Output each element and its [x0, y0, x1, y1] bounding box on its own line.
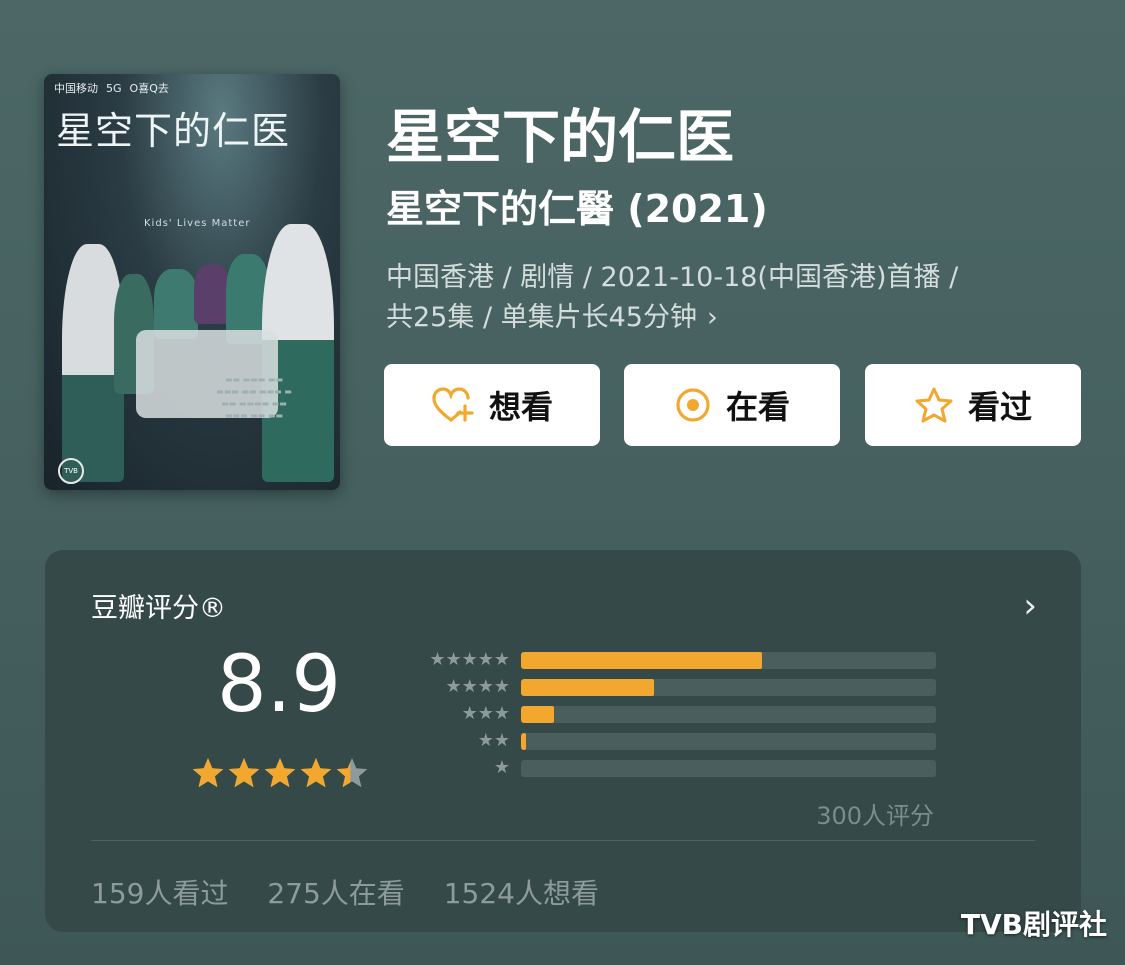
- rating-label: 豆瓣评分®: [91, 593, 226, 624]
- want-to-watch-button[interactable]: 想看: [384, 364, 600, 446]
- target-icon: [674, 386, 712, 424]
- tvb-logo-icon: TVB: [58, 458, 84, 484]
- poster-figure: [154, 269, 198, 339]
- distribution-bar: [521, 733, 527, 750]
- poster-title-art: 星空下的仁医: [56, 109, 291, 153]
- distribution-track: [521, 706, 936, 723]
- distribution-track: [521, 652, 936, 669]
- poster-badge: 中国移动: [54, 82, 98, 95]
- meta-line-1: 中国香港 / 剧情 / 2021-10-18(中国香港)首播 /: [386, 262, 959, 293]
- poster-sponsor-badges: 中国移动 5G O喜Q去: [54, 80, 169, 96]
- divider: [91, 840, 1035, 841]
- star-level-label: ★★★★: [445, 676, 510, 697]
- watched-count[interactable]: 159人看过: [91, 877, 228, 910]
- distribution-row-3: ★★★: [402, 704, 942, 724]
- watching-label: 在看: [725, 388, 790, 426]
- distribution-bar: [521, 706, 555, 723]
- rating-stars-icon: [192, 758, 368, 788]
- poster-figure: [194, 264, 230, 324]
- watermark: TVB剧评社: [960, 908, 1107, 941]
- page-title: 星空下的仁医: [386, 103, 735, 171]
- star-outline-icon: [914, 386, 954, 424]
- rating-count[interactable]: 300人评分: [816, 796, 934, 831]
- audience-stats: 159人看过 275人在看 1524人想看: [91, 872, 629, 912]
- distribution-row-5: ★★★★★: [402, 650, 942, 670]
- star-level-label: ★★★: [461, 703, 510, 724]
- want-to-watch-label: 想看: [488, 388, 553, 426]
- watching-count[interactable]: 275人在看: [267, 877, 404, 910]
- chevron-right-icon: ›: [706, 302, 718, 333]
- rating-card[interactable]: 豆瓣评分® › 8.9 ★★★★★ ★★★★ ★★★ ★★ ★ 300人评分 1…: [45, 550, 1081, 932]
- star-level-label: ★: [493, 757, 510, 778]
- rating-score: 8.9: [217, 640, 342, 730]
- rating-stars: [191, 757, 371, 791]
- star-level-label: ★★★★★: [429, 649, 510, 670]
- watching-button[interactable]: 在看: [624, 364, 840, 446]
- watched-button[interactable]: 看过: [865, 364, 1081, 446]
- meta-line-2: 共25集 / 单集片长45分钟 ›: [386, 298, 1086, 338]
- chevron-right-icon[interactable]: ›: [1023, 586, 1037, 626]
- distribution-bar: [521, 679, 654, 696]
- original-title: 星空下的仁醫 (2021): [386, 187, 768, 231]
- poster-badge: O喜Q去: [129, 82, 169, 95]
- distribution-track: [521, 679, 936, 696]
- distribution-bar: [521, 652, 762, 669]
- heart-plus-icon: [431, 386, 475, 424]
- poster-image[interactable]: 中国移动 5G O喜Q去 星空下的仁医 Kids' Lives Matter ▬…: [44, 74, 340, 490]
- distribution-track: [521, 760, 936, 777]
- poster-badge: 5G: [106, 81, 122, 95]
- star-level-label: ★★: [477, 730, 510, 751]
- distribution-row-4: ★★★★: [402, 677, 942, 697]
- poster-subtitle-art: Kids' Lives Matter: [144, 218, 251, 229]
- meta-line-2-text: 共25集 / 单集片长45分钟: [386, 302, 697, 333]
- distribution-row-1: ★: [402, 758, 942, 778]
- poster-credits: ▬▬ ▬▬▬ ▬▬ ▬▬▬ ▬▬ ▬▬▬ ▬ ▬▬ ▬▬▬▬ ▬▬ ▬▬▬ ▬▬ ▬▬: [216, 375, 292, 420]
- want-count[interactable]: 1524人想看: [444, 877, 599, 910]
- watched-label: 看过: [967, 388, 1032, 426]
- show-meta[interactable]: 中国香港 / 剧情 / 2021-10-18(中国香港)首播 / 共25集 / …: [386, 258, 1086, 338]
- distribution-track: [521, 733, 936, 750]
- distribution-row-2: ★★: [402, 731, 942, 751]
